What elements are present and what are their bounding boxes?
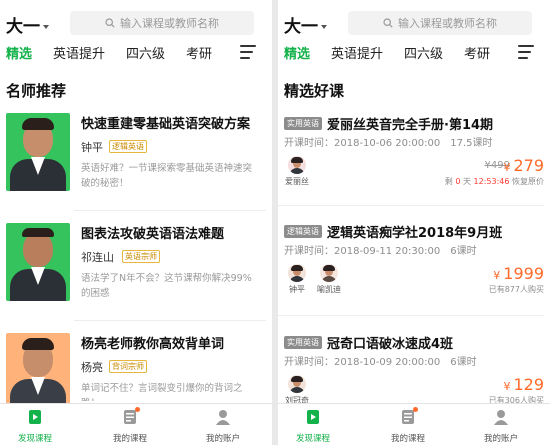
course-tag: 实用英语 <box>284 117 322 130</box>
tab-cet[interactable]: 四六级 <box>126 43 165 62</box>
tab-postgraduate[interactable]: 考研 <box>464 43 490 62</box>
discover-icon <box>306 409 320 425</box>
course-title: 冠奇口语破冰速成4班 <box>327 337 454 352</box>
tab-featured[interactable]: 精选 <box>284 43 310 62</box>
nav-discover[interactable]: 发现课程 <box>283 409 343 444</box>
divider <box>278 205 544 206</box>
search-input[interactable]: 输入课程或教师名称 <box>348 11 532 35</box>
course-description: 单词记不住？言词裂变引爆你的背词之路！ <box>81 383 243 401</box>
teacher-badge: 英语宗师 <box>122 250 160 263</box>
discover-icon <box>28 409 42 425</box>
section-title: 精选好课 <box>284 82 345 100</box>
category-tabs: 精选 英语提升 四六级 考研 <box>0 43 272 65</box>
menu-icon[interactable] <box>240 45 256 59</box>
purchase-count: 已有877人购买 <box>488 285 544 294</box>
teacher-card[interactable]: 快速重建零基础英语突破方案 钟平 逻辑英语 英语好难？一节课探索零基础英语神速突… <box>6 113 268 213</box>
notification-dot <box>135 407 140 412</box>
teacher-photo <box>6 113 70 191</box>
divider <box>278 315 544 316</box>
menu-icon[interactable] <box>518 45 534 59</box>
course-card[interactable]: 实用英语 冠奇口语破冰速成4班 开课时间：2018-10-09 20:00:00 6… <box>284 333 544 406</box>
tab-featured[interactable]: 精选 <box>6 43 32 62</box>
course-title: 逻辑英语痴学社2018年9月班 <box>327 226 503 241</box>
course-hours: 17.5课时 <box>450 138 493 149</box>
bottom-nav: 发现课程 我的课程 我的账户 <box>278 403 550 445</box>
search-placeholder: 输入课程或教师名称 <box>398 17 497 30</box>
countdown-text: 剩 0 天 12:53:46 恢复原价 <box>444 177 544 186</box>
teacher-avatar[interactable]: 喻凯迪 <box>316 264 342 295</box>
teacher-badge: 逻辑英语 <box>109 140 147 153</box>
courses-icon <box>123 407 140 425</box>
left-screen: 大一 输入课程或教师名称 精选 英语提升 四六级 考研 名师推荐 快速重建零基础… <box>0 0 272 445</box>
tab-english-improve[interactable]: 英语提升 <box>53 43 105 62</box>
start-time: 开课时间：2018-09-11 20:30:00 <box>284 246 441 257</box>
top-bar: 大一 输入课程或教师名称 <box>278 0 550 40</box>
course-tag: 逻辑英语 <box>284 225 322 238</box>
caret-down-icon[interactable] <box>43 25 49 29</box>
nav-my-account[interactable]: 我的账户 <box>193 409 253 444</box>
grade-selector[interactable]: 大一 <box>6 12 40 37</box>
start-time: 开课时间：2018-10-09 20:00:00 <box>284 357 441 368</box>
course-title: 图表法攻破英语语法难题 <box>81 227 225 242</box>
user-icon <box>494 409 508 425</box>
course-card[interactable]: 实用英语 爱丽丝英音完全手册·第14期 开课时间：2018-10-06 20:00… <box>284 114 544 194</box>
teacher-name: 钟平 <box>81 141 103 154</box>
nav-my-courses[interactable]: 我的课程 <box>378 407 438 444</box>
course-title: 杨亮老师教你高效背单词 <box>81 337 225 352</box>
right-screen: 大一 输入课程或教师名称 精选 英语提升 四六级 考研 精选好课 实用英语 爱丽丝… <box>278 0 550 445</box>
nav-my-account[interactable]: 我的账户 <box>471 409 531 444</box>
teacher-card[interactable]: 图表法攻破英语语法难题 祁连山 英语宗师 语法学了N年不会？这节课帮你解决99%… <box>6 223 268 323</box>
search-icon <box>105 18 115 28</box>
section-title: 名师推荐 <box>6 82 67 100</box>
bottom-nav: 发现课程 我的课程 我的账户 <box>0 403 272 445</box>
teacher-avatar[interactable]: 钟平 <box>284 264 310 295</box>
course-card[interactable]: 逻辑英语 逻辑英语痴学社2018年9月班 开课时间：2018-09-11 20:3… <box>284 222 544 302</box>
teacher-name: 杨亮 <box>81 361 103 374</box>
teacher-avatar[interactable]: 刘冠奇 <box>284 375 310 406</box>
teacher-photo <box>6 333 70 411</box>
nav-discover[interactable]: 发现课程 <box>5 409 65 444</box>
grade-selector[interactable]: 大一 <box>284 12 318 37</box>
course-title: 爱丽丝英音完全手册·第14期 <box>327 118 494 133</box>
notification-dot <box>413 407 418 412</box>
user-icon <box>216 409 230 425</box>
teacher-photo <box>6 223 70 301</box>
price: ¥279 <box>503 156 544 175</box>
teacher-avatar[interactable]: 爱丽丝 <box>284 156 310 187</box>
top-bar: 大一 输入课程或教师名称 <box>0 0 272 40</box>
divider <box>74 210 266 211</box>
category-tabs: 精选 英语提升 四六级 考研 <box>278 43 550 65</box>
price: ¥129 <box>503 375 544 394</box>
course-description: 英语好难？一节课探索零基础英语神速突破的秘密！ <box>81 163 253 189</box>
search-icon <box>383 18 393 28</box>
search-input[interactable]: 输入课程或教师名称 <box>70 11 254 35</box>
course-tag: 实用英语 <box>284 336 322 349</box>
course-hours: 6课时 <box>450 246 477 257</box>
course-title: 快速重建零基础英语突破方案 <box>81 117 251 132</box>
start-time: 开课时间：2018-10-06 20:00:00 <box>284 138 441 149</box>
tab-cet[interactable]: 四六级 <box>404 43 443 62</box>
tab-postgraduate[interactable]: 考研 <box>186 43 212 62</box>
price: ¥1999 <box>493 264 544 283</box>
nav-my-courses[interactable]: 我的课程 <box>100 407 160 444</box>
course-hours: 6课时 <box>450 357 477 368</box>
divider <box>74 320 266 321</box>
caret-down-icon[interactable] <box>321 25 327 29</box>
course-description: 语法学了N年不会？这节课帮你解决99%的困惑 <box>81 273 252 299</box>
courses-icon <box>401 407 418 425</box>
teacher-name: 祁连山 <box>81 251 114 264</box>
teacher-badge: 背词宗师 <box>109 360 147 373</box>
tab-english-improve[interactable]: 英语提升 <box>331 43 383 62</box>
search-placeholder: 输入课程或教师名称 <box>120 17 219 30</box>
